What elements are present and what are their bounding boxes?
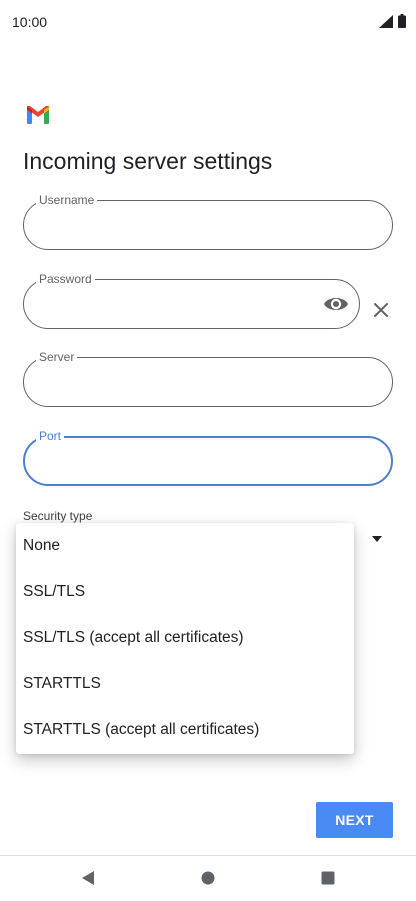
show-password-icon[interactable]: [323, 292, 349, 316]
nav-bar: [0, 856, 416, 901]
gmail-logo: [27, 106, 49, 124]
password-field[interactable]: Password: [23, 271, 360, 329]
port-field[interactable]: Port: [23, 428, 393, 486]
status-bar: 10:00: [0, 0, 416, 44]
menu-item-ssl-tls-accept-all[interactable]: SSL/TLS (accept all certificates): [16, 615, 354, 661]
status-time: 10:00: [12, 14, 48, 30]
dropdown-arrow-icon[interactable]: [371, 535, 383, 543]
menu-item-starttls[interactable]: STARTTLS: [16, 661, 354, 707]
screen: 10:00 Incoming server settings Username …: [0, 0, 416, 901]
signal-icon: [379, 14, 393, 28]
next-button[interactable]: NEXT: [316, 802, 393, 838]
server-input[interactable]: [38, 368, 378, 396]
clear-icon[interactable]: [369, 298, 393, 322]
security-type-dropdown-menu: None SSL/TLS SSL/TLS (accept all certifi…: [16, 523, 354, 754]
recents-icon[interactable]: [318, 869, 338, 887]
menu-item-starttls-accept-all[interactable]: STARTTLS (accept all certificates): [16, 707, 354, 753]
security-type-label: Security type: [23, 509, 93, 523]
username-input[interactable]: [38, 211, 378, 239]
password-label: Password: [36, 271, 95, 287]
password-input[interactable]: [38, 290, 315, 318]
server-field[interactable]: Server: [23, 349, 393, 407]
status-icons: [379, 14, 406, 28]
server-label: Server: [36, 349, 78, 365]
menu-item-none[interactable]: None: [16, 523, 354, 569]
menu-item-ssl-tls[interactable]: SSL/TLS: [16, 569, 354, 615]
port-input[interactable]: [39, 448, 377, 474]
home-icon[interactable]: [198, 869, 218, 887]
username-label: Username: [36, 192, 98, 208]
battery-icon: [398, 14, 406, 28]
back-icon[interactable]: [78, 869, 98, 887]
username-field[interactable]: Username: [23, 192, 393, 250]
port-label: Port: [36, 428, 65, 444]
page-title: Incoming server settings: [23, 148, 273, 174]
